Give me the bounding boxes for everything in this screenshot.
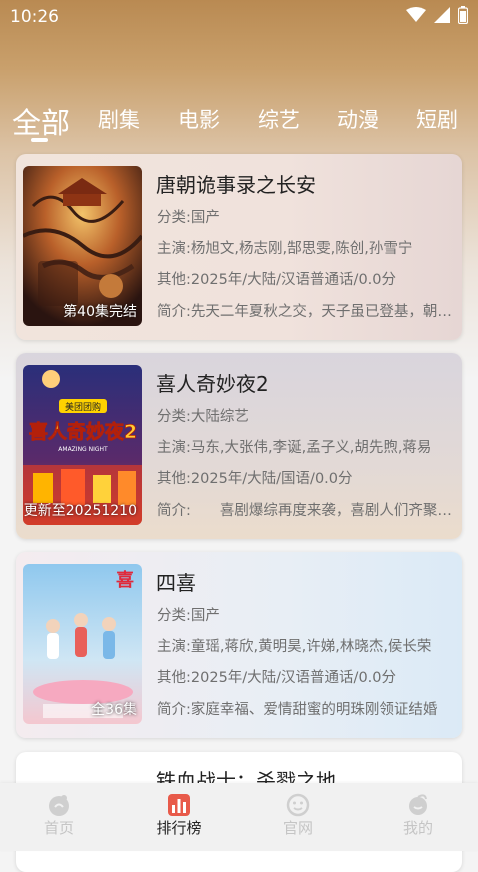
poster-mark: 喜 bbox=[116, 570, 134, 591]
intro-row: 简介:家庭幸福、爱情甜蜜的明珠刚领证结婚 bbox=[157, 702, 438, 718]
episode-badge: 第40集完结 bbox=[63, 304, 137, 320]
item-title: 四喜 bbox=[156, 571, 196, 595]
home-icon bbox=[49, 795, 69, 816]
poster-title: 喜人奇妙夜2 bbox=[29, 420, 137, 443]
list-item[interactable]: 喜 全36集 四喜 分类:国产 主演:童瑶,蒋欣,黄明昊,许娣,林晓杰,侯长荣 … bbox=[16, 552, 462, 738]
list-item[interactable]: 第40集完结 唐朝诡事录之长安 分类:国产 主演:杨旭文,杨志刚,郜思雯,陈创,… bbox=[16, 154, 462, 340]
intro-row: 简介:先天二年夏秋之交，天子虽已登基，朝局却暗流涌动 bbox=[157, 304, 453, 320]
signal-icon bbox=[434, 7, 450, 23]
ranking-icon bbox=[168, 794, 190, 816]
other-row: 其他:2025年/大陆/国语/0.0分 bbox=[157, 471, 353, 487]
bottom-navigation: 首页 排行榜 官网 我的 bbox=[0, 783, 478, 851]
category-row: 分类:国产 bbox=[157, 608, 220, 624]
episode-badge: 全36集 bbox=[91, 702, 137, 718]
tab-short-drama[interactable]: 短剧 bbox=[416, 104, 458, 134]
category-tabs: 全部 剧集 电影 综艺 动漫 短剧 bbox=[0, 98, 478, 148]
tab-anime[interactable]: 动漫 bbox=[337, 104, 379, 134]
intro-row: 简介: 喜剧爆综再度来袭，喜剧人们齐聚一堂 bbox=[157, 503, 453, 519]
active-tab-indicator bbox=[31, 138, 48, 142]
nav-profile[interactable]: 我的 bbox=[378, 793, 458, 838]
status-icons bbox=[406, 6, 468, 24]
poster-image: 第40集完结 bbox=[23, 166, 142, 326]
tab-movies[interactable]: 电影 bbox=[178, 104, 220, 134]
episode-badge: 更新至20251210 bbox=[23, 503, 137, 519]
item-title: 唐朝诡事录之长安 bbox=[156, 173, 316, 197]
category-row: 分类:国产 bbox=[157, 210, 220, 226]
status-bar: 10:26 bbox=[0, 0, 478, 34]
other-row: 其他:2025年/大陆/汉语普通话/0.0分 bbox=[157, 670, 397, 686]
nav-website[interactable]: 官网 bbox=[258, 793, 338, 838]
poster-brand: 美团团购 bbox=[65, 401, 101, 413]
list-item[interactable]: 美团团购 喜人奇妙夜2 AMAZING NIGHT 更新至20251210 喜人… bbox=[16, 353, 462, 539]
poster-image: 喜 全36集 bbox=[23, 564, 142, 724]
poster-subtitle: AMAZING NIGHT bbox=[58, 446, 108, 453]
poster-image: 美团团购 喜人奇妙夜2 AMAZING NIGHT 更新至20251210 bbox=[23, 365, 142, 525]
cast-row: 主演:马东,大张伟,李诞,孟子义,胡先煦,蒋易 bbox=[157, 440, 432, 456]
wifi-icon bbox=[406, 7, 426, 22]
category-row: 分类:大陆综艺 bbox=[157, 409, 249, 425]
battery-icon bbox=[458, 6, 468, 24]
tab-variety[interactable]: 综艺 bbox=[258, 104, 300, 134]
status-time: 10:26 bbox=[10, 7, 59, 27]
item-title: 喜人奇妙夜2 bbox=[156, 372, 269, 396]
cast-row: 主演:杨旭文,杨志刚,郜思雯,陈创,孙雪宁 bbox=[157, 241, 413, 257]
nav-ranking[interactable]: 排行榜 bbox=[139, 793, 219, 838]
profile-icon bbox=[409, 794, 427, 815]
other-row: 其他:2025年/大陆/汉语普通话/0.0分 bbox=[157, 272, 397, 288]
cast-row: 主演:童瑶,蒋欣,黄明昊,许娣,林晓杰,侯长荣 bbox=[157, 639, 432, 655]
tab-all[interactable]: 全部 bbox=[12, 100, 70, 142]
tab-series[interactable]: 剧集 bbox=[98, 104, 140, 134]
website-icon bbox=[286, 793, 310, 817]
nav-home[interactable]: 首页 bbox=[19, 793, 99, 838]
